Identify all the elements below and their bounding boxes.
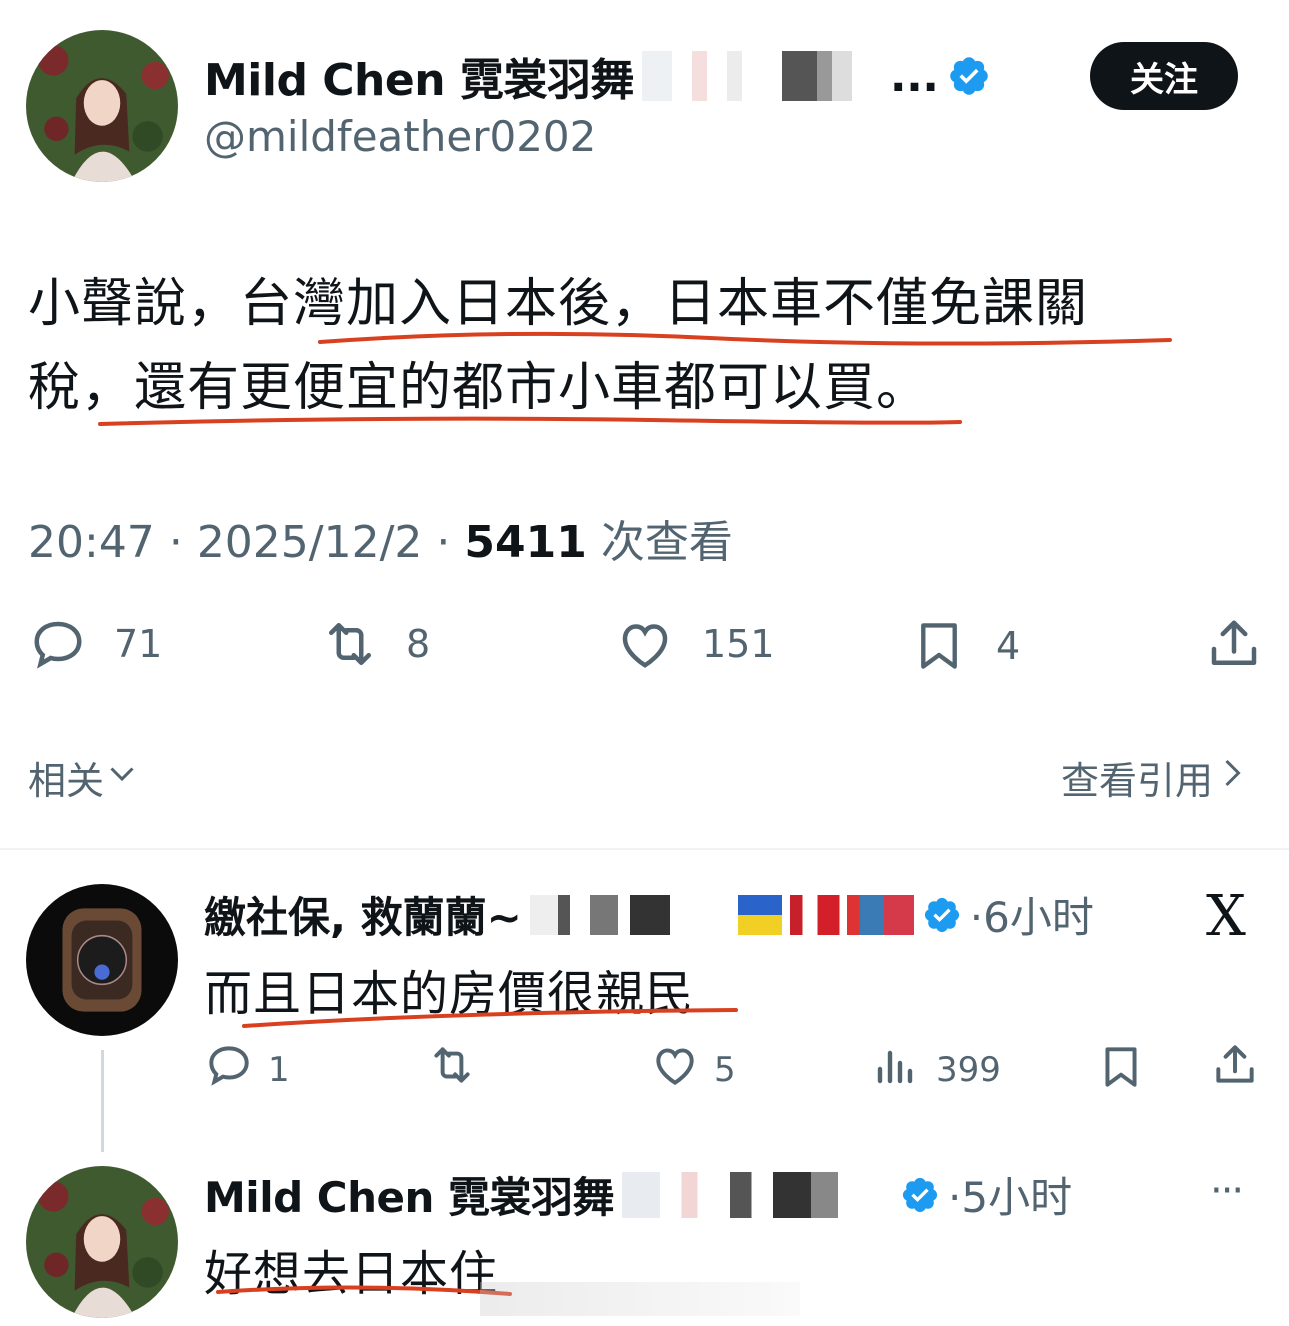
flag-emojis [789,894,914,935]
reply-count: 71 [114,622,163,666]
tweet-meta: 20:47 · 2025/12/2 · 5411 次查看 [28,517,733,568]
reply1-time[interactable]: ·6小时 [970,884,1094,945]
reply1-author-name[interactable]: 繳社保, 救蘭蘭~ [204,884,522,945]
watermark-blur [480,1282,800,1316]
reply2-header: Mild Chen 霓裳羽舞 ·5小时 [204,1164,1072,1225]
heart-icon [650,1040,700,1099]
tweet-time[interactable]: 20:47 [28,517,155,568]
like-count: 151 [702,622,775,666]
analytics-icon [872,1040,920,1099]
ukraine-flag-emoji [737,894,782,935]
chevron-down-icon [104,755,140,800]
annotation-underline [242,1008,738,1028]
redacted-name-part [529,894,730,935]
verified-badge-icon [947,54,991,98]
author-name[interactable]: Mild Chen 霓裳羽舞 [204,44,634,108]
bookmark-icon [1096,1040,1146,1103]
bookmark-button[interactable]: 4 [910,614,1020,678]
author-avatar[interactable] [26,30,178,182]
author-name-ellipsis: ... [889,50,939,102]
views-count: 5411 [464,517,587,568]
redacted-name-part [641,51,892,101]
x-logo-icon[interactable]: X [1206,884,1246,949]
reply1-bookmark-button[interactable] [1096,1040,1146,1103]
heart-icon [614,614,676,674]
reply1-reply-button[interactable]: 1 [204,1040,290,1099]
view-quotes-link[interactable]: 查看引用 [1061,750,1249,805]
bookmark-icon [910,614,968,678]
verified-badge-icon [900,1175,940,1215]
views-label: 次查看 [600,517,733,568]
reply1-retweet-button[interactable] [424,1040,480,1099]
avatar-image [26,1166,178,1318]
share-button[interactable] [1204,614,1264,674]
retweet-count: 8 [406,622,431,666]
retweet-icon [318,614,382,674]
redacted-name-part [622,1171,893,1218]
avatar-image [26,30,178,182]
reply-avatar[interactable] [26,884,178,1036]
reply-icon [28,614,88,674]
reply-button[interactable]: 71 [28,614,162,674]
like-button[interactable]: 151 [614,614,775,674]
thread-connector-line [101,1050,104,1152]
reply1-like-button[interactable]: 5 [650,1040,736,1099]
share-icon [1204,614,1264,674]
verified-badge-icon [922,895,962,935]
watch-avatar-image [26,884,178,1036]
reply1-header: 繳社保, 救蘭蘭~ ·6小时 [204,884,1094,945]
more-options-icon[interactable]: ··· [1210,1168,1244,1214]
share-icon [1210,1040,1260,1099]
retweet-button[interactable]: 8 [318,614,430,674]
author-handle[interactable]: @mildfeather0202 [204,112,596,161]
reply-icon [204,1040,254,1099]
tweet-date[interactable]: 2025/12/2 [197,517,423,568]
section-divider [0,848,1289,850]
bookmark-count: 4 [996,624,1021,668]
reply2-avatar[interactable] [26,1166,178,1318]
chevron-right-icon [1213,753,1249,802]
retweet-icon [424,1040,480,1099]
annotation-underline [98,331,1172,426]
author-name-row: Mild Chen 霓裳羽舞 ... [204,44,991,108]
follow-button[interactable]: 关注 [1090,42,1238,110]
related-dropdown[interactable]: 相关 [28,750,140,805]
reply1-share-button[interactable] [1210,1040,1260,1099]
reply2-time[interactable]: ·5小时 [948,1164,1072,1225]
reply2-author-name[interactable]: Mild Chen 霓裳羽舞 [204,1164,615,1225]
reply1-views-button[interactable]: 399 [872,1040,1001,1099]
